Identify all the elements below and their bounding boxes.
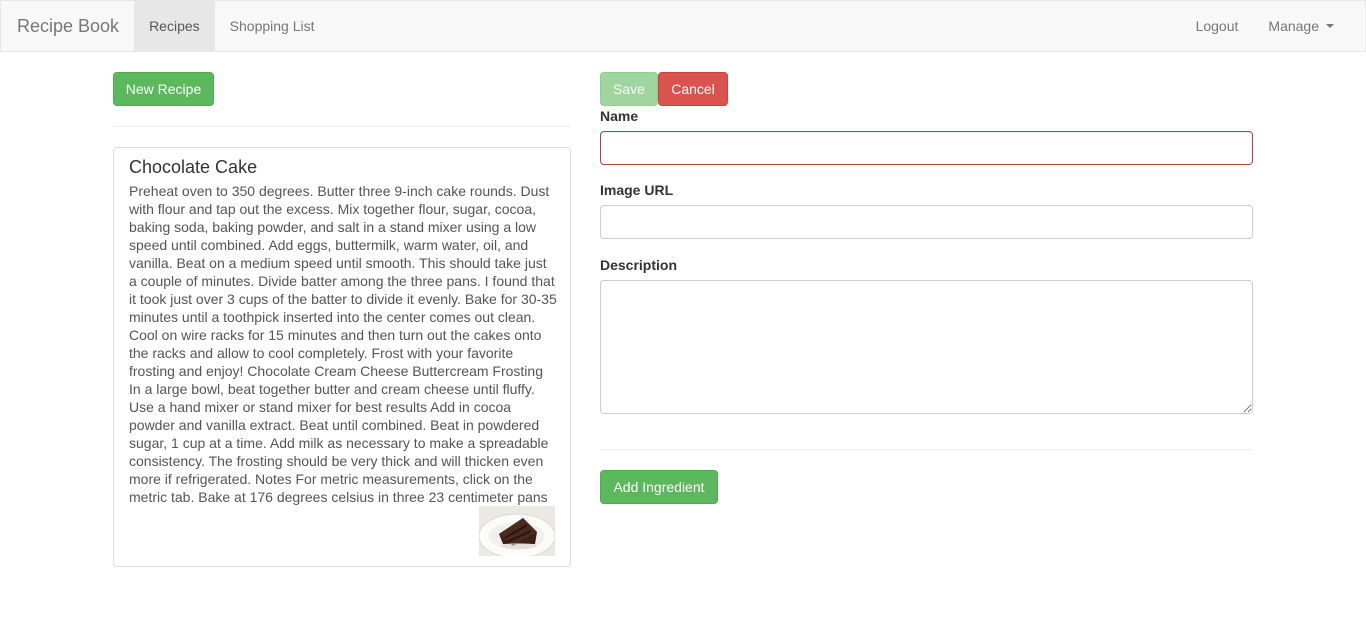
divider [113,126,571,127]
description-textarea[interactable] [600,280,1253,414]
navbar: Recipe Book Recipes Shopping List Logout… [0,0,1366,52]
image-url-label: Image URL [600,182,674,198]
logout-link[interactable]: Logout [1181,1,1254,51]
brand-link[interactable]: Recipe Book [1,1,134,51]
caret-down-icon [1326,24,1334,28]
nav-recipes[interactable]: Recipes [134,1,215,51]
description-label: Description [600,257,678,273]
name-input[interactable] [600,131,1253,165]
recipe-list-item[interactable]: Chocolate Cake Preheat oven to 350 degre… [113,147,571,567]
new-recipe-button[interactable]: New Recipe [113,72,214,106]
nav-right: Logout Manage [1181,1,1365,51]
image-url-input[interactable] [600,205,1253,239]
name-label: Name [600,108,639,124]
manage-dropdown[interactable]: Manage [1253,1,1349,51]
add-ingredient-button[interactable]: Add Ingredient [600,470,718,504]
recipe-title: Chocolate Cake [129,157,258,177]
recipe-description: Preheat oven to 350 degrees. Butter thre… [129,183,557,505]
cancel-button[interactable]: Cancel [658,72,728,106]
divider [600,449,1253,450]
save-button[interactable]: Save [600,72,658,106]
nav-shopping-list[interactable]: Shopping List [215,1,330,51]
manage-label: Manage [1268,18,1319,34]
recipe-image [479,506,555,556]
cake-slice-image [479,506,555,556]
